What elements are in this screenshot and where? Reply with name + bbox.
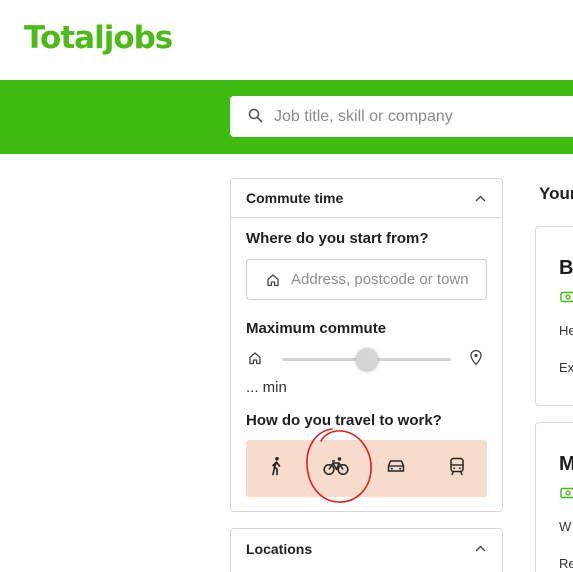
chevron-up-icon[interactable]: [474, 543, 486, 555]
walking-option[interactable]: [246, 440, 306, 497]
salary-icon: [560, 290, 573, 308]
commute-time-title: Commute time: [246, 190, 344, 206]
home-icon: [266, 273, 280, 292]
train-icon: [449, 457, 465, 481]
locations-header[interactable]: Locations: [231, 529, 502, 568]
job-search-box[interactable]: [230, 96, 573, 137]
chevron-up-icon[interactable]: [474, 192, 486, 204]
commute-minutes-value: ... min: [246, 379, 287, 396]
hand-drawn-circle-annotation: [306, 428, 372, 503]
search-icon: [248, 108, 263, 128]
commute-time-header[interactable]: Commute time: [231, 179, 502, 218]
address-input[interactable]: [291, 260, 475, 299]
locations-title: Locations: [246, 540, 313, 557]
job-title[interactable]: M: [559, 453, 573, 476]
job-search-input[interactable]: [274, 96, 573, 137]
maximum-commute-label: Maximum commute: [246, 320, 387, 337]
job-card[interactable]: B He Ex: [535, 226, 573, 406]
salary-icon: [560, 486, 573, 504]
walking-icon: [268, 456, 284, 481]
start-location-label: Where do you start from?: [246, 230, 429, 247]
slider-handle[interactable]: [356, 348, 378, 370]
address-field[interactable]: [246, 259, 487, 300]
job-title[interactable]: B: [559, 257, 573, 280]
totaljobs-logo[interactable]: Totaljobs: [24, 20, 173, 56]
commute-slider[interactable]: [246, 347, 487, 371]
job-detail: Re: [559, 556, 573, 571]
locations-panel: Locations: [230, 528, 503, 572]
car-icon: [386, 458, 406, 479]
home-icon: [248, 351, 262, 370]
job-detail: W: [559, 519, 572, 534]
results-heading: Your: [539, 184, 573, 203]
job-detail: Ex: [559, 360, 573, 375]
job-detail: He: [559, 323, 573, 338]
public-transport-option[interactable]: [427, 440, 487, 497]
job-card[interactable]: M W Re: [535, 422, 573, 572]
location-pin-icon: [469, 349, 483, 371]
